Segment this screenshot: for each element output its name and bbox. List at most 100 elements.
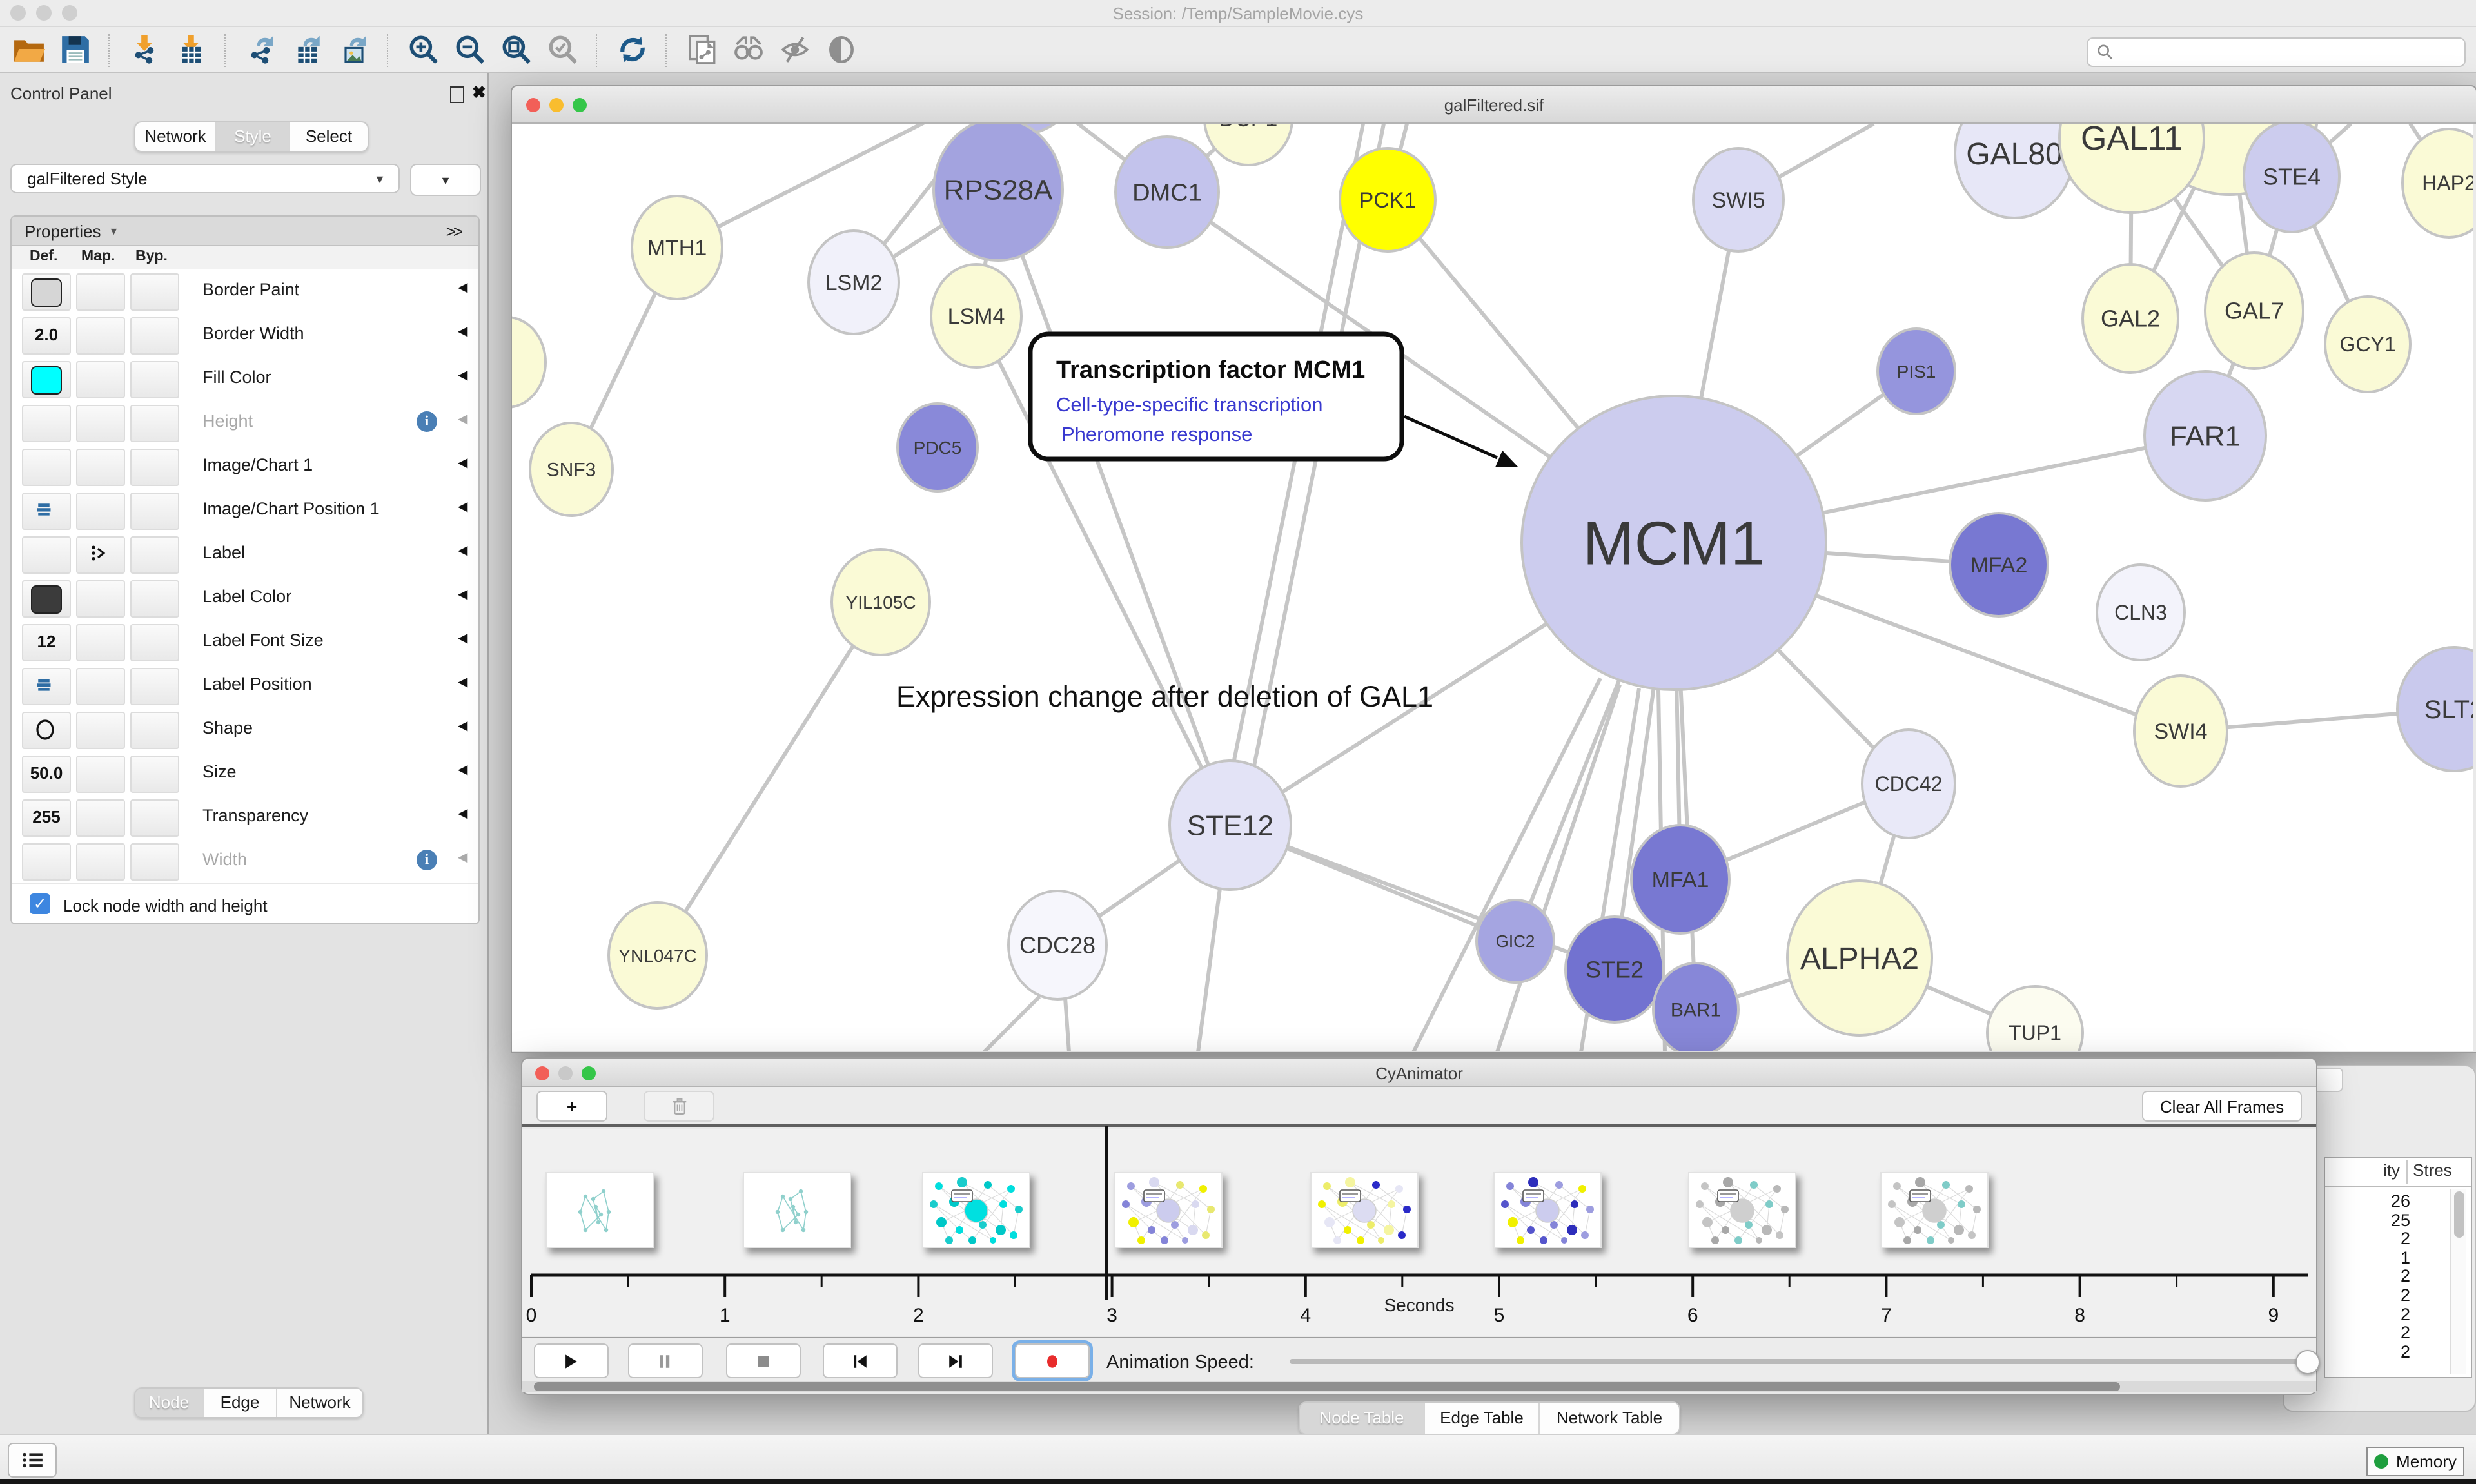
table-cell[interactable]: 2 bbox=[2325, 1267, 2410, 1286]
save-session-button[interactable] bbox=[55, 30, 94, 69]
node-STE2[interactable]: STE2 bbox=[1566, 917, 1664, 1022]
byp-cell[interactable] bbox=[130, 799, 179, 837]
map-cell[interactable] bbox=[76, 317, 125, 355]
timeline-playhead[interactable] bbox=[1105, 1126, 1107, 1300]
node-MTH1[interactable]: MTH1 bbox=[632, 196, 722, 299]
play-button[interactable] bbox=[534, 1343, 609, 1378]
property-row-width[interactable]: Widthi◀ bbox=[12, 839, 478, 884]
def-cell[interactable] bbox=[22, 580, 71, 618]
zoom-in-button[interactable] bbox=[404, 30, 442, 69]
node-clip-left[interactable] bbox=[512, 317, 545, 407]
byp-cell[interactable] bbox=[130, 273, 179, 311]
property-row-height[interactable]: Heighti◀ bbox=[12, 401, 478, 446]
collapse-arrow-icon[interactable]: ◀ bbox=[458, 763, 467, 777]
node-HAP2[interactable]: HAP2 bbox=[2402, 129, 2473, 237]
search-input[interactable] bbox=[2119, 41, 2464, 63]
collapse-arrow-icon[interactable]: ◀ bbox=[458, 325, 467, 339]
byp-cell[interactable] bbox=[130, 580, 179, 618]
property-row-image-chart-position-1[interactable]: Image/Chart Position 1◀ bbox=[12, 489, 478, 534]
info-icon[interactable]: i bbox=[417, 850, 437, 870]
node-GIC2[interactable]: GIC2 bbox=[1477, 900, 1554, 982]
memory-button[interactable]: Memory bbox=[2366, 1447, 2464, 1476]
node-BAR1[interactable]: BAR1 bbox=[1653, 963, 1738, 1051]
node-STE12[interactable]: STE12 bbox=[1170, 761, 1291, 890]
node-LSM2[interactable]: LSM2 bbox=[809, 231, 899, 334]
map-cell[interactable] bbox=[76, 361, 125, 398]
color-swatch[interactable] bbox=[31, 585, 62, 614]
collapse-arrow-icon[interactable]: ◀ bbox=[458, 807, 467, 821]
timeline-frame-1[interactable] bbox=[743, 1172, 851, 1248]
node-TUP1[interactable]: TUP1 bbox=[1987, 986, 2083, 1051]
zoom-selected-button[interactable] bbox=[543, 30, 582, 69]
cyanimator-titlebar[interactable]: CyAnimator bbox=[522, 1059, 2316, 1087]
map-cell[interactable] bbox=[76, 405, 125, 442]
table-cell[interactable]: 2 bbox=[2325, 1342, 2410, 1362]
table-cell[interactable]: 2 bbox=[2325, 1285, 2410, 1305]
network-canvas[interactable]: RPS28ADMC1DCP1PCK1SWI5GAL80GAL11STE4HAP2… bbox=[512, 124, 2473, 1051]
style-selector[interactable]: galFiltered Style ▼ bbox=[10, 164, 400, 193]
delete-frame-button[interactable] bbox=[644, 1091, 714, 1122]
collapse-arrow-icon[interactable]: ◀ bbox=[458, 676, 467, 690]
node-DMC1[interactable]: DMC1 bbox=[1115, 137, 1219, 248]
property-row-label[interactable]: Label◀ bbox=[12, 532, 478, 578]
node-GAL2[interactable]: GAL2 bbox=[2083, 264, 2178, 373]
refresh-layout-button[interactable] bbox=[613, 30, 651, 69]
animation-speed-slider[interactable] bbox=[1290, 1359, 2302, 1364]
byp-cell[interactable] bbox=[130, 624, 179, 661]
collapse-arrow-icon[interactable]: ◀ bbox=[458, 281, 467, 295]
task-history-button[interactable] bbox=[8, 1443, 57, 1478]
timeline-frame-7[interactable] bbox=[1880, 1172, 1989, 1248]
table-cell[interactable]: 25 bbox=[2325, 1210, 2410, 1229]
def-cell[interactable]: 255 bbox=[22, 799, 71, 837]
def-cell[interactable] bbox=[22, 449, 71, 486]
table-cell[interactable]: 1 bbox=[2325, 1248, 2410, 1267]
property-row-border-width[interactable]: 2.0Border Width◀ bbox=[12, 313, 478, 358]
annotation-caption[interactable]: Expression change after deletion of GAL1 bbox=[896, 680, 1433, 713]
node-PCK1[interactable]: PCK1 bbox=[1340, 148, 1435, 251]
property-row-size[interactable]: 50.0Size◀ bbox=[12, 752, 478, 797]
def-cell[interactable]: 2.0 bbox=[22, 317, 71, 355]
node-GAL80[interactable]: GAL80 bbox=[1955, 124, 2074, 218]
tab-network-table[interactable]: Network Table bbox=[1540, 1403, 1679, 1434]
collapse-arrow-icon[interactable]: ◀ bbox=[458, 588, 467, 602]
import-network-button[interactable] bbox=[125, 30, 164, 69]
property-row-transparency[interactable]: 255Transparency◀ bbox=[12, 796, 478, 841]
stop-button[interactable] bbox=[726, 1343, 801, 1378]
byp-cell[interactable] bbox=[130, 317, 179, 355]
skip-end-button[interactable] bbox=[918, 1343, 993, 1378]
node-SWI5[interactable]: SWI5 bbox=[1693, 148, 1783, 251]
byp-cell[interactable] bbox=[130, 493, 179, 530]
export-table-button[interactable] bbox=[288, 30, 326, 69]
node-ALPHA2[interactable]: ALPHA2 bbox=[1787, 881, 1932, 1035]
byp-cell[interactable] bbox=[130, 668, 179, 705]
table-scrollbar[interactable] bbox=[2450, 1189, 2466, 1374]
table-column-stress[interactable]: Stres bbox=[2413, 1160, 2452, 1180]
collapse-arrow-icon[interactable]: ◀ bbox=[458, 544, 467, 558]
collapse-arrow-icon[interactable]: ◀ bbox=[458, 851, 467, 865]
node-MCM1[interactable]: MCM1 bbox=[1522, 396, 1826, 690]
node-GCY1[interactable]: GCY1 bbox=[2325, 297, 2410, 392]
timeline-frame-2[interactable] bbox=[922, 1172, 1030, 1248]
panel-close-icon[interactable]: ✖ bbox=[472, 83, 486, 103]
search-box[interactable] bbox=[2087, 37, 2466, 67]
node-CDC42[interactable]: CDC42 bbox=[1862, 730, 1955, 838]
open-session-button[interactable] bbox=[9, 30, 48, 69]
map-cell[interactable] bbox=[76, 843, 125, 881]
property-row-shape[interactable]: Shape◀ bbox=[12, 708, 478, 753]
map-cell[interactable] bbox=[76, 580, 125, 618]
property-row-fill-color[interactable]: Fill Color◀ bbox=[12, 357, 478, 402]
properties-header[interactable]: Properties ▼ ˃˃ bbox=[12, 217, 478, 246]
node-SWI4[interactable]: SWI4 bbox=[2134, 676, 2227, 786]
network-window-titlebar[interactable]: galFiltered.sif bbox=[512, 86, 2476, 124]
node-CLN3[interactable]: CLN3 bbox=[2097, 565, 2185, 660]
map-cell[interactable] bbox=[76, 493, 125, 530]
export-image-button[interactable] bbox=[334, 30, 373, 69]
pause-button[interactable] bbox=[628, 1343, 703, 1378]
table-cell[interactable]: 2 bbox=[2325, 1229, 2410, 1248]
import-table-button[interactable] bbox=[172, 30, 210, 69]
map-cell[interactable] bbox=[76, 668, 125, 705]
byp-cell[interactable] bbox=[130, 756, 179, 793]
def-cell[interactable]: 50.0 bbox=[22, 756, 71, 793]
map-cell[interactable] bbox=[76, 712, 125, 749]
annotation-mcm1[interactable]: Transcription factor MCM1 Cell-type-spec… bbox=[1030, 334, 1518, 467]
